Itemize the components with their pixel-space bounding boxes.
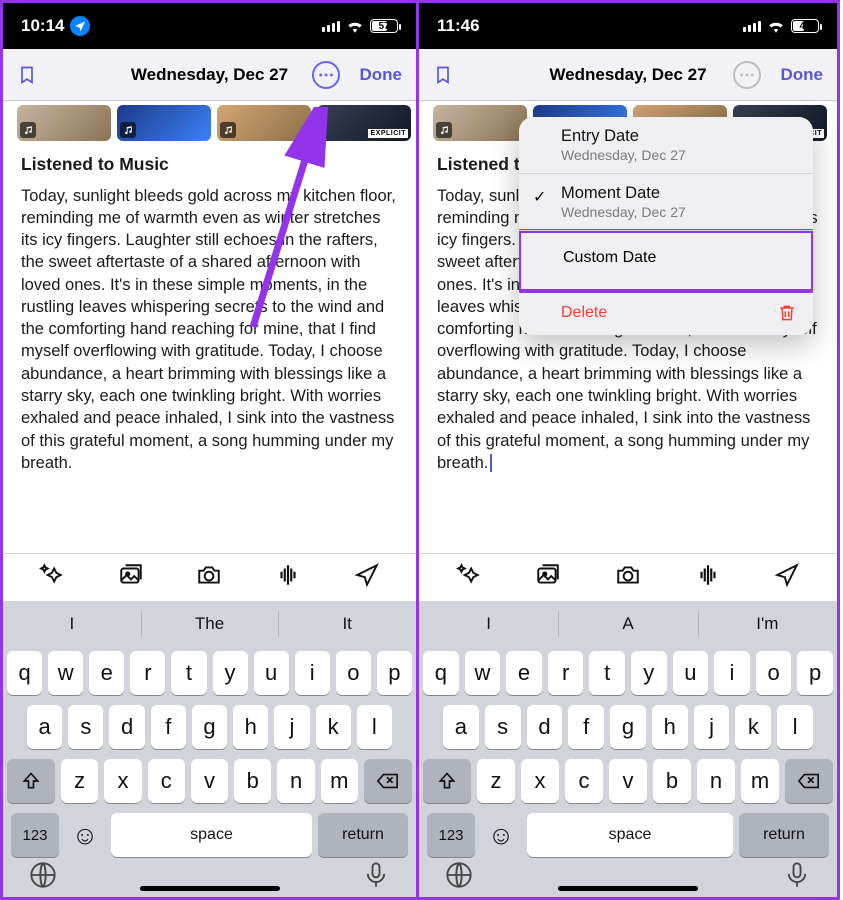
app-header: Wednesday, Dec 27 Done <box>3 49 416 101</box>
key-d[interactable]: d <box>109 705 144 749</box>
key-g[interactable]: g <box>192 705 227 749</box>
prediction-option[interactable]: It <box>278 601 416 647</box>
photo-library-button[interactable] <box>118 562 144 593</box>
phone-screenshot-left: 10:14 57 Wednesday, Dec 27 Done <box>0 0 419 900</box>
prediction-bar: I The It <box>3 601 416 647</box>
key-u[interactable]: u <box>254 651 289 695</box>
popover-moment-date[interactable]: ✓ Moment Date Wednesday, Dec 27 <box>519 174 813 231</box>
key-m[interactable]: m <box>321 759 358 803</box>
prediction-option[interactable]: I <box>3 601 141 647</box>
key-j[interactable]: j <box>274 705 309 749</box>
shift-key[interactable] <box>7 759 55 803</box>
numeric-key[interactable]: 123 <box>11 813 59 857</box>
key-r[interactable]: r <box>130 651 165 695</box>
status-bar: 10:14 57 <box>3 3 416 49</box>
key-h[interactable]: h <box>233 705 268 749</box>
media-tile[interactable] <box>117 105 211 141</box>
prediction-option[interactable]: The <box>141 601 279 647</box>
key-f[interactable]: f <box>151 705 186 749</box>
key-e[interactable]: e <box>89 651 124 695</box>
key-row: z x c v b n m <box>7 759 412 803</box>
globe-key[interactable] <box>29 861 57 894</box>
music-icon <box>220 122 236 138</box>
key-row: 123 ☺ space return <box>7 813 412 857</box>
date-options-popover: Entry Date Wednesday, Dec 27 ✓ Moment Da… <box>519 117 813 335</box>
key-a[interactable]: a <box>27 705 62 749</box>
journal-entry-body[interactable]: Listened to Music Today, sunlight bleeds… <box>3 145 416 553</box>
backspace-key[interactable] <box>364 759 412 803</box>
return-key[interactable]: return <box>318 813 408 857</box>
wifi-icon <box>346 19 364 33</box>
location-button[interactable] <box>354 562 380 593</box>
popover-custom-date[interactable]: Custom Date <box>519 229 813 293</box>
on-screen-keyboard: I The It q w e r t y u i o p a s d f <box>3 601 416 897</box>
explicit-badge: EXPLICIT <box>368 129 408 138</box>
key-c[interactable]: c <box>148 759 185 803</box>
audio-waveform-button[interactable] <box>275 562 301 593</box>
music-icon <box>20 122 36 138</box>
key-o[interactable]: o <box>336 651 371 695</box>
media-tile[interactable] <box>217 105 311 141</box>
location-badge-icon <box>70 16 90 36</box>
entry-toolbar <box>3 553 416 601</box>
dictation-key[interactable] <box>362 861 390 894</box>
sparkle-suggestions-button[interactable] <box>39 562 65 593</box>
key-l[interactable]: l <box>357 705 392 749</box>
key-i[interactable]: i <box>295 651 330 695</box>
checkmark-icon: ✓ <box>533 187 546 207</box>
bookmark-button[interactable] <box>17 63 37 87</box>
key-n[interactable]: n <box>277 759 314 803</box>
home-indicator[interactable] <box>140 886 280 891</box>
key-row: q w e r t y u i o p <box>7 651 412 695</box>
key-y[interactable]: y <box>213 651 248 695</box>
popover-delete[interactable]: Delete <box>519 291 813 335</box>
key-p[interactable]: p <box>377 651 412 695</box>
media-tile[interactable] <box>17 105 111 141</box>
trash-icon <box>777 303 797 323</box>
key-t[interactable]: t <box>171 651 206 695</box>
header-date[interactable]: Wednesday, Dec 27 <box>131 65 288 85</box>
key-s[interactable]: s <box>68 705 103 749</box>
key-q[interactable]: q <box>7 651 42 695</box>
done-button[interactable]: Done <box>360 65 403 85</box>
status-time: 10:14 <box>21 16 64 36</box>
key-w[interactable]: w <box>48 651 83 695</box>
space-key[interactable]: space <box>111 813 312 857</box>
popover-entry-date[interactable]: Entry Date Wednesday, Dec 27 <box>519 117 813 174</box>
more-options-button[interactable] <box>312 61 340 89</box>
key-v[interactable]: v <box>191 759 228 803</box>
cellular-signal-icon <box>322 21 340 32</box>
entry-text[interactable]: Today, sunlight bleeds gold across my ki… <box>21 185 398 474</box>
keyboard-footer <box>3 857 416 897</box>
emoji-key[interactable]: ☺ <box>65 813 105 857</box>
media-suggestion-strip[interactable]: EXPLICIT <box>3 101 416 145</box>
media-tile[interactable]: EXPLICIT <box>317 105 411 141</box>
camera-button[interactable] <box>196 562 222 593</box>
entry-title: Listened to Music <box>21 153 398 177</box>
phone-screenshot-right: 11:46 44 Wednesday, Dec 27 Done <box>419 0 840 900</box>
key-z[interactable]: z <box>61 759 98 803</box>
key-x[interactable]: x <box>104 759 141 803</box>
key-k[interactable]: k <box>316 705 351 749</box>
music-icon <box>120 122 136 138</box>
key-row: a s d f g h j k l <box>7 705 412 749</box>
key-b[interactable]: b <box>234 759 271 803</box>
battery-indicator: 57 <box>370 19 398 33</box>
